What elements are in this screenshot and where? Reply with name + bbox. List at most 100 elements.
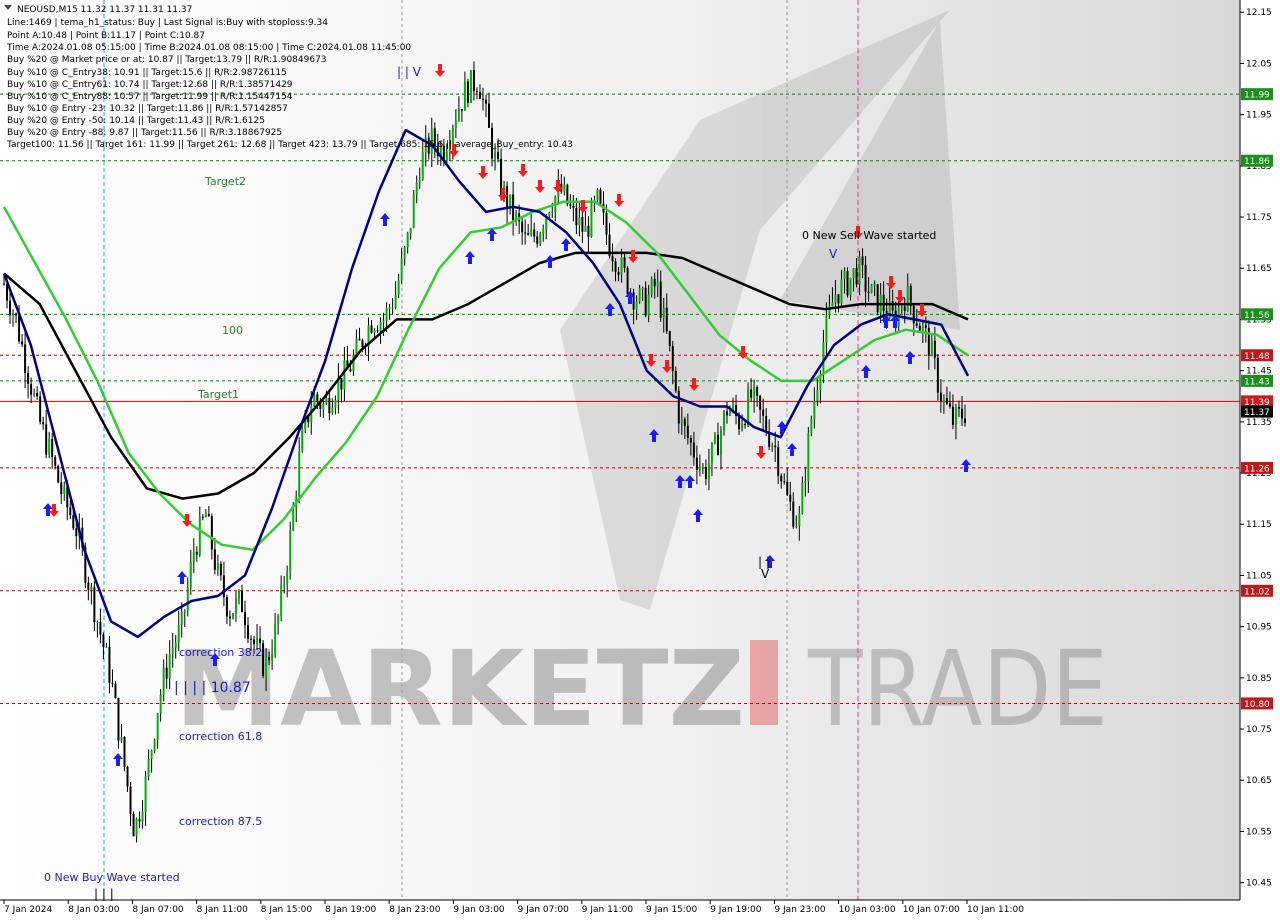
candle-body	[69, 507, 72, 516]
price-tick-label: 10.75	[1246, 725, 1272, 735]
candle-body	[521, 221, 524, 233]
level-100-label: 100	[222, 324, 243, 337]
candle-body	[198, 516, 201, 555]
candle-body	[259, 638, 262, 644]
price-tick-label: 11.65	[1246, 264, 1272, 274]
candle-body	[93, 586, 96, 623]
candle-body	[795, 526, 798, 528]
candle-body	[358, 338, 361, 341]
candle-body	[460, 109, 463, 111]
candle-body	[469, 70, 472, 103]
candle-body	[156, 713, 159, 740]
candle-body	[783, 481, 786, 483]
candle-body	[126, 766, 129, 787]
candle-body	[867, 291, 870, 293]
candle-body	[924, 325, 927, 328]
info-line-5: Buy %10 @ C_Entry38: 10.91 || Target:15.…	[7, 68, 287, 78]
candle-body	[153, 739, 156, 751]
candle-body	[581, 216, 584, 232]
price-level-tag-text: 10.80	[1244, 700, 1270, 710]
candle-body	[846, 270, 849, 296]
candle-body	[18, 315, 21, 342]
buy-wave-label: 0 New Buy Wave started	[44, 871, 180, 884]
candle-body	[599, 189, 602, 204]
candle-body	[244, 611, 246, 626]
candle-body	[463, 81, 466, 111]
candle-body	[265, 656, 268, 677]
candle-body	[623, 257, 626, 269]
candle-body	[837, 294, 840, 304]
candle-body	[960, 408, 963, 419]
price-level-tag-text: 11.86	[1244, 157, 1270, 167]
candle-body	[605, 212, 608, 235]
candle-body	[385, 307, 388, 321]
candle-body	[722, 411, 725, 431]
candle-body	[111, 682, 114, 684]
candle-body	[24, 344, 27, 374]
candle-body	[741, 423, 744, 430]
candle-body	[3, 283, 5, 285]
candle-body	[954, 406, 957, 426]
candle-body	[162, 667, 165, 695]
candle-body	[903, 306, 906, 311]
price-level-tag-text: 11.37	[1244, 408, 1270, 418]
candle-body	[123, 737, 126, 767]
candle-body	[936, 357, 939, 393]
candle-body	[840, 279, 843, 304]
candle-body	[587, 225, 590, 237]
candle-body	[96, 621, 99, 623]
candle-body	[361, 340, 364, 348]
candle-body	[63, 486, 66, 495]
candle-body	[165, 667, 168, 679]
candle-body	[750, 389, 753, 398]
candle-body	[533, 229, 536, 237]
candle-body	[292, 507, 295, 530]
info-line-7: Buy %10 @ C_Entry88: 10.57 || Target:11.…	[7, 92, 293, 102]
candle-body	[701, 466, 704, 468]
candle-body	[192, 551, 195, 562]
candle-body	[36, 392, 39, 397]
candle-body	[102, 634, 105, 648]
candle-body	[475, 91, 478, 93]
candle-body	[813, 400, 816, 420]
candle-body	[277, 615, 280, 624]
info-line-10: Buy %20 @ Entry -88: 9.87 || Target:11.5…	[7, 128, 282, 138]
price-level-tag-text: 11.99	[1244, 91, 1270, 101]
candle-body	[418, 179, 421, 183]
candle-body	[27, 373, 30, 384]
price-chart[interactable]: MARKETZ TRADE 12.1512.0511.9511.8511.751…	[0, 0, 1280, 920]
candle-body	[274, 623, 277, 654]
candle-body	[930, 340, 933, 356]
correction-38-label: correction 38.2	[179, 646, 262, 659]
candle-body	[186, 587, 189, 611]
candle-body	[677, 390, 680, 424]
candle-body	[620, 257, 623, 275]
time-tick-label: 9 Jan 11:00	[582, 905, 634, 915]
candle-body	[653, 279, 656, 287]
price-level-tag-text: 11.43	[1244, 377, 1270, 387]
candle-body	[286, 571, 289, 585]
candle-body	[852, 268, 855, 278]
candle-body	[569, 204, 572, 207]
candle-body	[692, 442, 695, 458]
price-tick-label: 10.45	[1246, 879, 1272, 889]
candle-body	[584, 225, 587, 232]
candle-body	[774, 445, 777, 448]
candle-body	[786, 481, 789, 495]
candle-body	[596, 189, 599, 201]
candle-body	[298, 451, 301, 497]
candle-body	[445, 151, 448, 161]
candle-body	[665, 307, 668, 332]
candle-body	[222, 575, 225, 598]
candle-body	[57, 465, 60, 483]
watermark-bar	[750, 640, 778, 725]
candle-body	[641, 287, 644, 289]
candle-body	[201, 516, 204, 518]
candle-body	[713, 434, 716, 443]
candle-body	[51, 439, 54, 458]
candle-body	[656, 281, 659, 287]
candle-body	[789, 494, 792, 502]
info-line-4: Buy %20 @ Market price or at: 10.87 || T…	[7, 55, 327, 65]
price-tick-label: 12.15	[1246, 8, 1272, 18]
candle-body	[906, 285, 909, 311]
